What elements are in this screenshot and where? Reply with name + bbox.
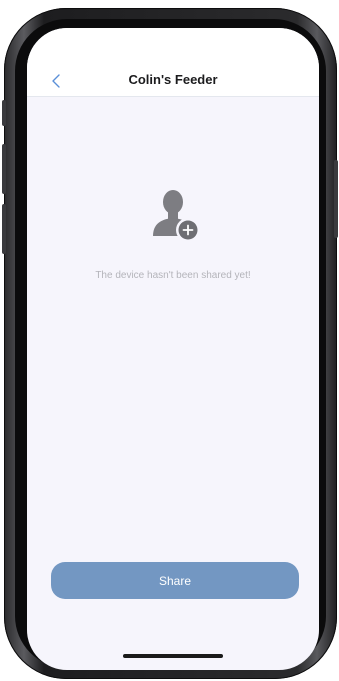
navigation-bar: Colin's Feeder [27,28,319,97]
app-screen: Colin's Feeder The device hasn't been sh… [27,28,319,670]
mute-switch [2,100,6,126]
device-mockup: Colin's Feeder The device hasn't been sh… [0,0,339,681]
page-title: Colin's Feeder [128,72,218,87]
share-button[interactable]: Share [51,562,299,599]
power-button [334,160,338,238]
volume-down-button [2,204,6,254]
add-person-icon [151,188,203,244]
empty-state-message: The device hasn't been shared yet! [95,270,251,281]
home-indicator[interactable] [123,654,223,658]
volume-up-button [2,144,6,194]
